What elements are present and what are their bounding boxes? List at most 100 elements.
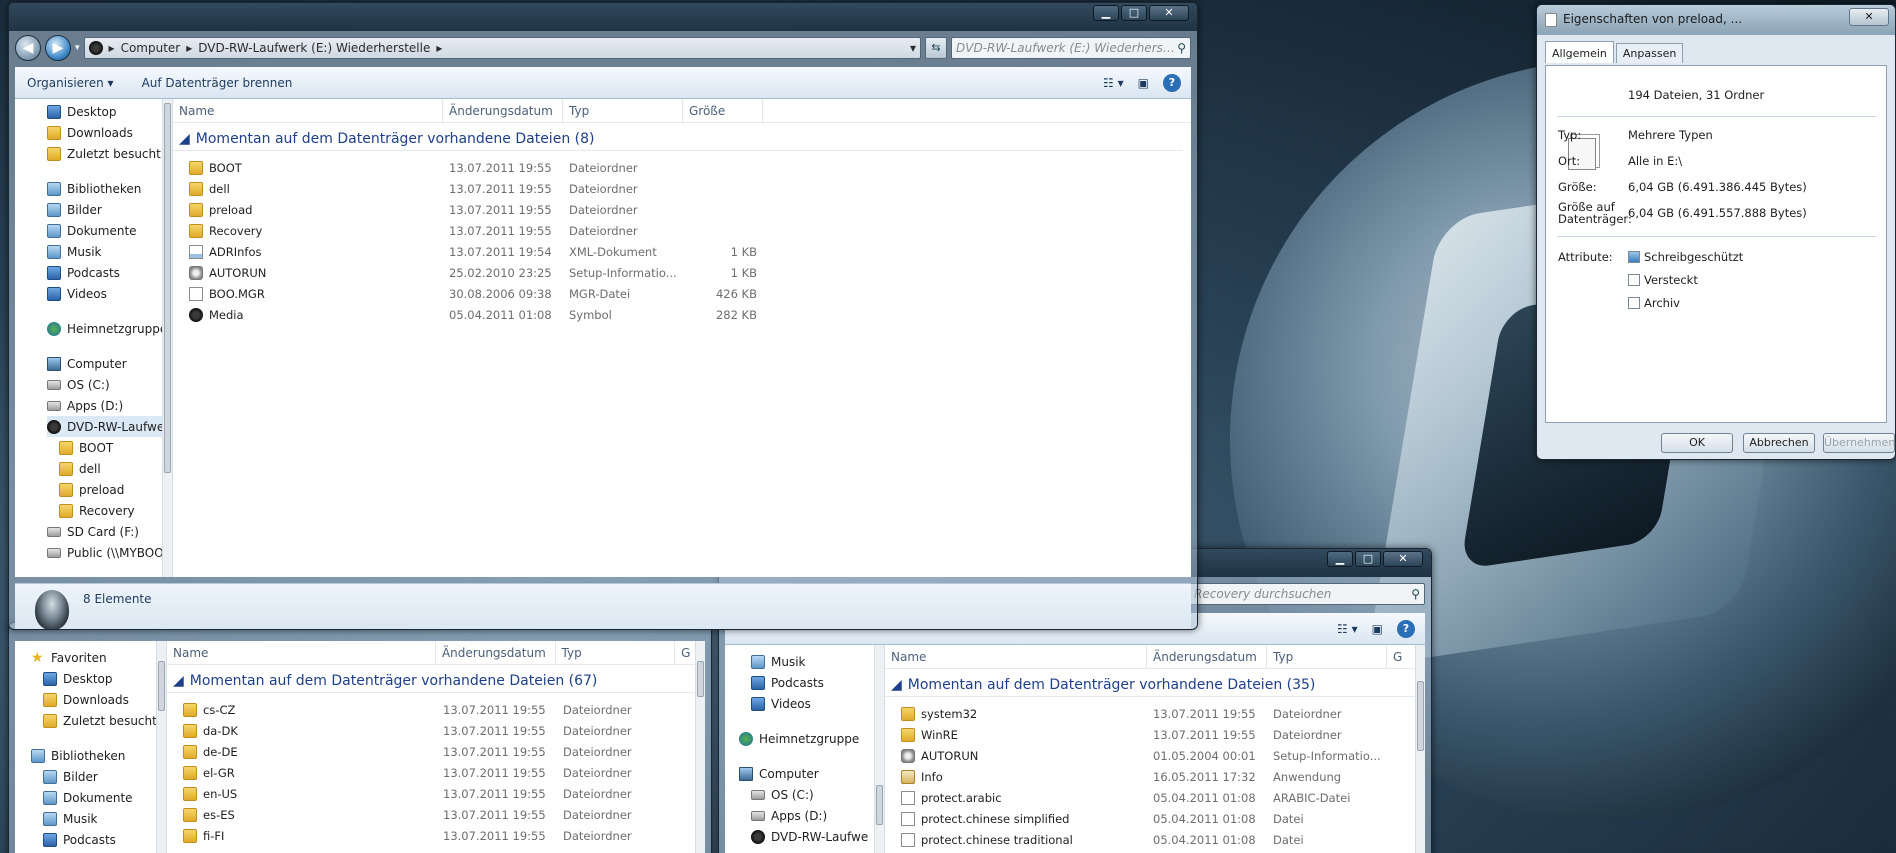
file-name-cell[interactable]: dell <box>173 181 443 196</box>
sidebar-item-desktop[interactable]: Desktop <box>47 101 172 122</box>
file-row[interactable]: AUTORUN 01.05.2004 00:01 Setup-Informatio.… <box>885 745 1425 766</box>
column-header-name[interactable]: Name <box>885 645 1147 668</box>
breadcrumb-computer[interactable]: Computer <box>121 41 181 55</box>
file-list[interactable]: Name Änderungsdatum Typ G ◢ Momentan auf… <box>885 645 1425 853</box>
breadcrumb-drive[interactable]: DVD-RW-Laufwerk (E:) Wiederherstelle <box>198 41 430 55</box>
file-name-cell[interactable]: fi-FI <box>167 828 437 843</box>
maximize-button[interactable]: □ <box>1121 5 1147 21</box>
search-icon[interactable]: ⚲ <box>1411 587 1420 601</box>
file-row[interactable]: protect.arabic 05.04.2011 01:08 ARABIC-Dat… <box>885 787 1425 808</box>
column-header-type[interactable]: Typ <box>556 641 676 664</box>
file-row[interactable]: de-DE 13.07.2011 19:55 Dateiordner <box>167 741 705 762</box>
attr-readonly-checkbox[interactable]: Schreibgeschützt <box>1628 250 1743 264</box>
sidebar-item-videos[interactable]: Videos <box>739 693 884 714</box>
file-name-cell[interactable]: protect.arabic <box>885 790 1147 805</box>
file-name-cell[interactable]: ADRInfos <box>173 244 443 259</box>
group-header[interactable]: ◢ Momentan auf dem Datenträger vorhanden… <box>167 669 697 693</box>
file-row[interactable]: system32 13.07.2011 19:55 Dateiordner <box>885 703 1425 724</box>
file-list[interactable]: Name Änderungsdatum Typ G ◢ Momentan auf… <box>167 641 705 853</box>
maximize-button[interactable]: □ <box>1355 551 1381 567</box>
file-name-cell[interactable]: Recovery <box>173 223 443 238</box>
sidebar-item-apps-d[interactable]: Apps (D:) <box>47 395 172 416</box>
sidebar-item-public-myboo[interactable]: Public (\\MYBOO <box>47 542 172 563</box>
file-name-cell[interactable]: cs-CZ <box>167 702 437 717</box>
file-row[interactable]: Media 05.04.2011 01:08 Symbol 282 KB <box>173 304 1191 325</box>
sidebar-item-bilder[interactable]: Bilder <box>47 199 172 220</box>
sidebar-item-computer[interactable]: Computer <box>739 763 884 784</box>
file-name-cell[interactable]: es-ES <box>167 807 437 822</box>
file-name-cell[interactable]: system32 <box>885 706 1147 721</box>
file-row[interactable]: BOO.MGR 30.08.2006 09:38 MGR-Datei 426 KB <box>173 283 1191 304</box>
sidebar-item-preload[interactable]: preload <box>47 479 172 500</box>
file-name-cell[interactable]: protect.chinese traditional <box>885 832 1147 847</box>
collapse-arrow-icon[interactable]: ◢ <box>179 131 190 147</box>
sidebar-item-bibliotheken[interactable]: Bibliotheken <box>31 745 166 766</box>
file-name-cell[interactable]: AUTORUN <box>885 748 1147 763</box>
file-name-cell[interactable]: AUTORUN <box>173 265 443 280</box>
sidebar-item-dvd-rw-laufwe[interactable]: DVD-RW-Laufwe <box>739 826 884 847</box>
view-options-icon[interactable]: ☷ ▾ <box>1337 622 1358 636</box>
file-name-cell[interactable]: Media <box>173 307 443 322</box>
sidebar-item-boot[interactable]: BOOT <box>47 437 172 458</box>
file-name-cell[interactable]: Info <box>885 769 1147 784</box>
navigation-pane[interactable]: ★ Favoriten Desktop Downloads Zuletzt besuch… <box>15 641 167 853</box>
file-name-cell[interactable]: protect.chinese simplified <box>885 811 1147 826</box>
sidebar-item-dokumente[interactable]: Dokumente <box>47 220 172 241</box>
file-row[interactable]: Recovery 13.07.2011 19:55 Dateiordner <box>173 220 1191 241</box>
sidebar-item-zuletzt-besucht[interactable]: Zuletzt besucht <box>47 143 172 164</box>
column-header-type[interactable]: Typ <box>563 99 683 122</box>
file-list[interactable]: Name Änderungsdatum Typ Größe ◢ Momentan… <box>173 99 1191 577</box>
attr-archive-checkbox[interactable]: Archiv <box>1628 296 1680 310</box>
file-name-cell[interactable]: de-DE <box>167 744 437 759</box>
sidebar-item-bilder[interactable]: Bilder <box>31 766 166 787</box>
collapse-arrow-icon[interactable]: ◢ <box>173 673 184 689</box>
file-row[interactable]: el-GR 13.07.2011 19:55 Dateiordner <box>167 762 705 783</box>
file-row[interactable]: AUTORUN 25.02.2010 23:25 Setup-Informatio.… <box>173 262 1191 283</box>
sidebar-item-podcasts[interactable]: Podcasts <box>739 672 884 693</box>
navigation-pane[interactable]: Musik Podcasts Videos Heimnetzgruppe Compute… <box>725 645 885 853</box>
file-row[interactable]: en-US 13.07.2011 19:55 Dateiordner <box>167 783 705 804</box>
tab-customize[interactable]: Anpassen <box>1615 43 1684 63</box>
explorer-window-main[interactable]: ▁ □ ✕ ◀ ▶ ▾ ▸ Computer ▸ DVD-RW-Laufwerk… <box>8 2 1198 630</box>
file-row[interactable]: dell 13.07.2011 19:55 Dateiordner <box>173 178 1191 199</box>
file-row[interactable]: preload 13.07.2011 19:55 Dateiordner <box>173 199 1191 220</box>
file-row[interactable]: cs-CZ 13.07.2011 19:55 Dateiordner <box>167 699 705 720</box>
file-row[interactable]: WinRE 13.07.2011 19:55 Dateiordner <box>885 724 1425 745</box>
sidebar-item-heimnetzgruppe[interactable]: Heimnetzgruppe <box>739 728 884 749</box>
navigation-pane[interactable]: Desktop Downloads Zuletzt besucht Bibliothe… <box>15 99 173 577</box>
organize-menu[interactable]: Organisieren ▾ <box>27 76 114 90</box>
help-icon[interactable]: ? <box>1163 73 1181 92</box>
close-button[interactable]: ✕ <box>1849 8 1889 26</box>
sidebar-item-dvd-rw-laufwe[interactable]: DVD-RW-Laufwe <box>47 416 172 437</box>
sidebar-item-videos[interactable]: Videos <box>47 283 172 304</box>
burn-button[interactable]: Auf Datenträger brennen <box>142 76 293 90</box>
sidebar-item-bibliotheken[interactable]: Bibliotheken <box>47 178 172 199</box>
refresh-button[interactable]: ⇆ <box>925 37 947 59</box>
apply-button[interactable]: Übernehmen <box>1823 433 1895 453</box>
column-header-date[interactable]: Änderungsdatum <box>436 641 556 664</box>
preview-pane-icon[interactable]: ▣ <box>1372 622 1383 636</box>
file-name-cell[interactable]: da-DK <box>167 723 437 738</box>
help-icon[interactable]: ? <box>1397 619 1415 638</box>
forward-button[interactable]: ▶ <box>45 35 71 61</box>
column-header-size[interactable]: G <box>1387 645 1417 668</box>
group-header[interactable]: ◢ Momentan auf dem Datenträger vorhanden… <box>885 673 1417 697</box>
tab-general[interactable]: Allgemein <box>1545 41 1614 63</box>
search-input[interactable]: Recovery durchsuchen ⚲ <box>1189 583 1425 605</box>
breadcrumb-separator-icon[interactable]: ▸ <box>436 41 442 55</box>
column-header-date[interactable]: Änderungsdatum <box>443 99 563 122</box>
file-row[interactable]: Info 16.05.2011 17:32 Anwendung <box>885 766 1425 787</box>
breadcrumb-separator-icon[interactable]: ▸ <box>186 41 192 55</box>
sidebar-item-heimnetzgruppe[interactable]: Heimnetzgruppe <box>47 318 172 339</box>
sidebar-item-computer[interactable]: Computer <box>47 353 172 374</box>
file-row[interactable]: protect.chinese simplified 05.04.2011 01:… <box>885 808 1425 829</box>
sidebar-item-desktop[interactable]: Desktop <box>31 668 166 689</box>
collapse-arrow-icon[interactable]: ◢ <box>891 677 902 693</box>
properties-dialog[interactable]: Eigenschaften von preload, ... ✕ Allgeme… <box>1536 4 1896 460</box>
address-bar[interactable]: ▸ Computer ▸ DVD-RW-Laufwerk (E:) Wieder… <box>83 37 921 59</box>
breadcrumb-separator-icon[interactable]: ▸ <box>109 41 115 55</box>
sidebar-item-os-c[interactable]: OS (C:) <box>47 374 172 395</box>
file-row[interactable]: da-DK 13.07.2011 19:55 Dateiordner <box>167 720 705 741</box>
file-name-cell[interactable]: WinRE <box>885 727 1147 742</box>
file-row[interactable]: ADRInfos 13.07.2011 19:54 XML-Dokument 1 KB <box>173 241 1191 262</box>
